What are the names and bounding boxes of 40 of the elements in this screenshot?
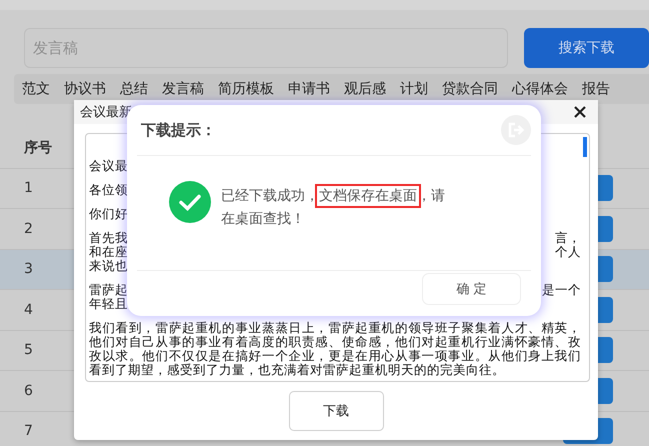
category-tab[interactable]: 报告 xyxy=(582,80,610,98)
table-cell-text: 2 xyxy=(23,220,33,237)
category-tab[interactable]: 协议书 xyxy=(64,80,106,98)
table-cell-text: 7 xyxy=(23,423,33,440)
document-text: 你们好 xyxy=(89,207,128,221)
document-text: 和在座 xyxy=(89,245,128,259)
document-paragraph: 我们看到，雷萨起重机的事业蒸蒸日上，雷萨起重机的领导班子聚集着人才、精英，他们对自己从事的事业有着高度的职责感、使命感，他们对起重机行业满怀豪情、孜孜以求。他们不仅仅是在搞好一个企业，更是在用心从事一项事业。从他们身上我们看到了期望，感受到了力量，也充满着对雷萨起重机明天的的完美向往。 xyxy=(89,321,581,377)
document-text: 雷萨起 xyxy=(89,283,128,297)
document-text: 言， xyxy=(555,231,581,245)
category-tab[interactable]: 申请书 xyxy=(288,80,330,98)
category-tab[interactable]: 总结 xyxy=(120,80,148,98)
search-field[interactable]: 发言稿 xyxy=(24,28,508,68)
column-header: 序号 xyxy=(23,138,52,157)
category-tab[interactable]: 发言稿 xyxy=(162,80,204,98)
scrollbar-thumb[interactable] xyxy=(583,137,587,157)
table-cell-text: 3 xyxy=(23,261,33,278)
success-message: 已经下载成功，文档保存在桌面，请在桌面查找！ xyxy=(221,185,453,231)
confirm-button[interactable]: 确 定 xyxy=(422,273,521,305)
search-button[interactable]: 搜索下载 xyxy=(524,28,649,68)
document-text: 来说也 xyxy=(89,259,128,273)
close-icon[interactable] xyxy=(572,104,588,120)
category-tab[interactable]: 简历模板 xyxy=(218,80,274,98)
document-text: 各位领 xyxy=(89,183,128,197)
category-tab[interactable]: 心得体会 xyxy=(512,80,568,98)
table-cell-text: 1 xyxy=(23,180,33,196)
download-button[interactable]: 下载 xyxy=(288,391,384,431)
document-text: 会议最 xyxy=(89,159,128,173)
category-tab[interactable]: 计划 xyxy=(400,80,428,98)
document-text: 年轻且 xyxy=(89,297,128,311)
table-cell-text: 5 xyxy=(23,342,33,358)
alert-title: 下载提示： xyxy=(141,120,216,140)
table-cell-text: 4 xyxy=(23,302,33,318)
document-text: 首先我 xyxy=(89,231,128,245)
document-text: 个人 xyxy=(555,245,581,259)
category-tab[interactable]: 范文 xyxy=(22,80,50,98)
category-tab[interactable]: 贷款合同 xyxy=(442,80,498,98)
table-cell-text: 6 xyxy=(23,382,33,399)
category-tab[interactable]: 观后感 xyxy=(344,80,386,98)
success-check-icon xyxy=(169,181,211,223)
document-text: 是一个 xyxy=(542,283,581,297)
